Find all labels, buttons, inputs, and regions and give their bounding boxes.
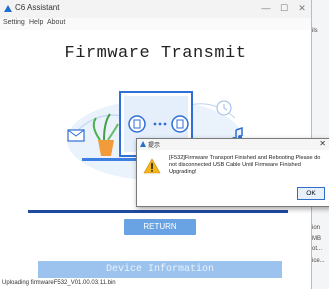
app-logo-icon — [4, 5, 12, 12]
dialog-app-icon — [140, 141, 146, 147]
status-bar: Uploading firmwareF532_V01.00.03.11.bin — [2, 280, 116, 286]
page-title: Firmware Transmit — [64, 44, 247, 63]
return-button[interactable]: RETURN — [124, 219, 196, 235]
ok-button[interactable]: OK — [297, 187, 325, 200]
warning-icon — [143, 158, 161, 174]
background-window-text: ils — [312, 28, 318, 34]
background-window-text: ot... — [312, 246, 323, 252]
window-title: C6 Assistant — [15, 3, 60, 12]
device-information-button[interactable]: Device Information — [38, 261, 282, 278]
dialog-close-icon[interactable]: ✕ — [319, 139, 326, 148]
menu-help[interactable]: Help — [29, 19, 43, 26]
background-window-text: MB — [312, 236, 321, 242]
minimize-icon[interactable]: — — [258, 2, 274, 15]
menu-bar: Setting Help About — [0, 18, 311, 30]
message-dialog: 提示 ✕ [F532]Firmware Transport Finished a… — [136, 138, 329, 207]
dialog-message: [F532]Firmware Transport Finished and Re… — [169, 155, 321, 175]
dialog-title-bar: 提示 ✕ — [137, 139, 329, 150]
screen: ils ion MB ot... ice... C6 Assistant — ☐… — [0, 0, 329, 289]
maximize-icon[interactable]: ☐ — [276, 2, 292, 15]
background-window-text: ice... — [312, 258, 325, 264]
progress-bar — [28, 210, 288, 213]
close-icon[interactable]: ✕ — [294, 2, 310, 15]
title-bar: C6 Assistant — ☐ ✕ — [0, 0, 311, 18]
menu-setting[interactable]: Setting — [3, 19, 25, 26]
menu-about[interactable]: About — [47, 19, 65, 26]
background-window-text: ion — [312, 225, 321, 231]
dialog-title: 提示 — [148, 143, 161, 149]
